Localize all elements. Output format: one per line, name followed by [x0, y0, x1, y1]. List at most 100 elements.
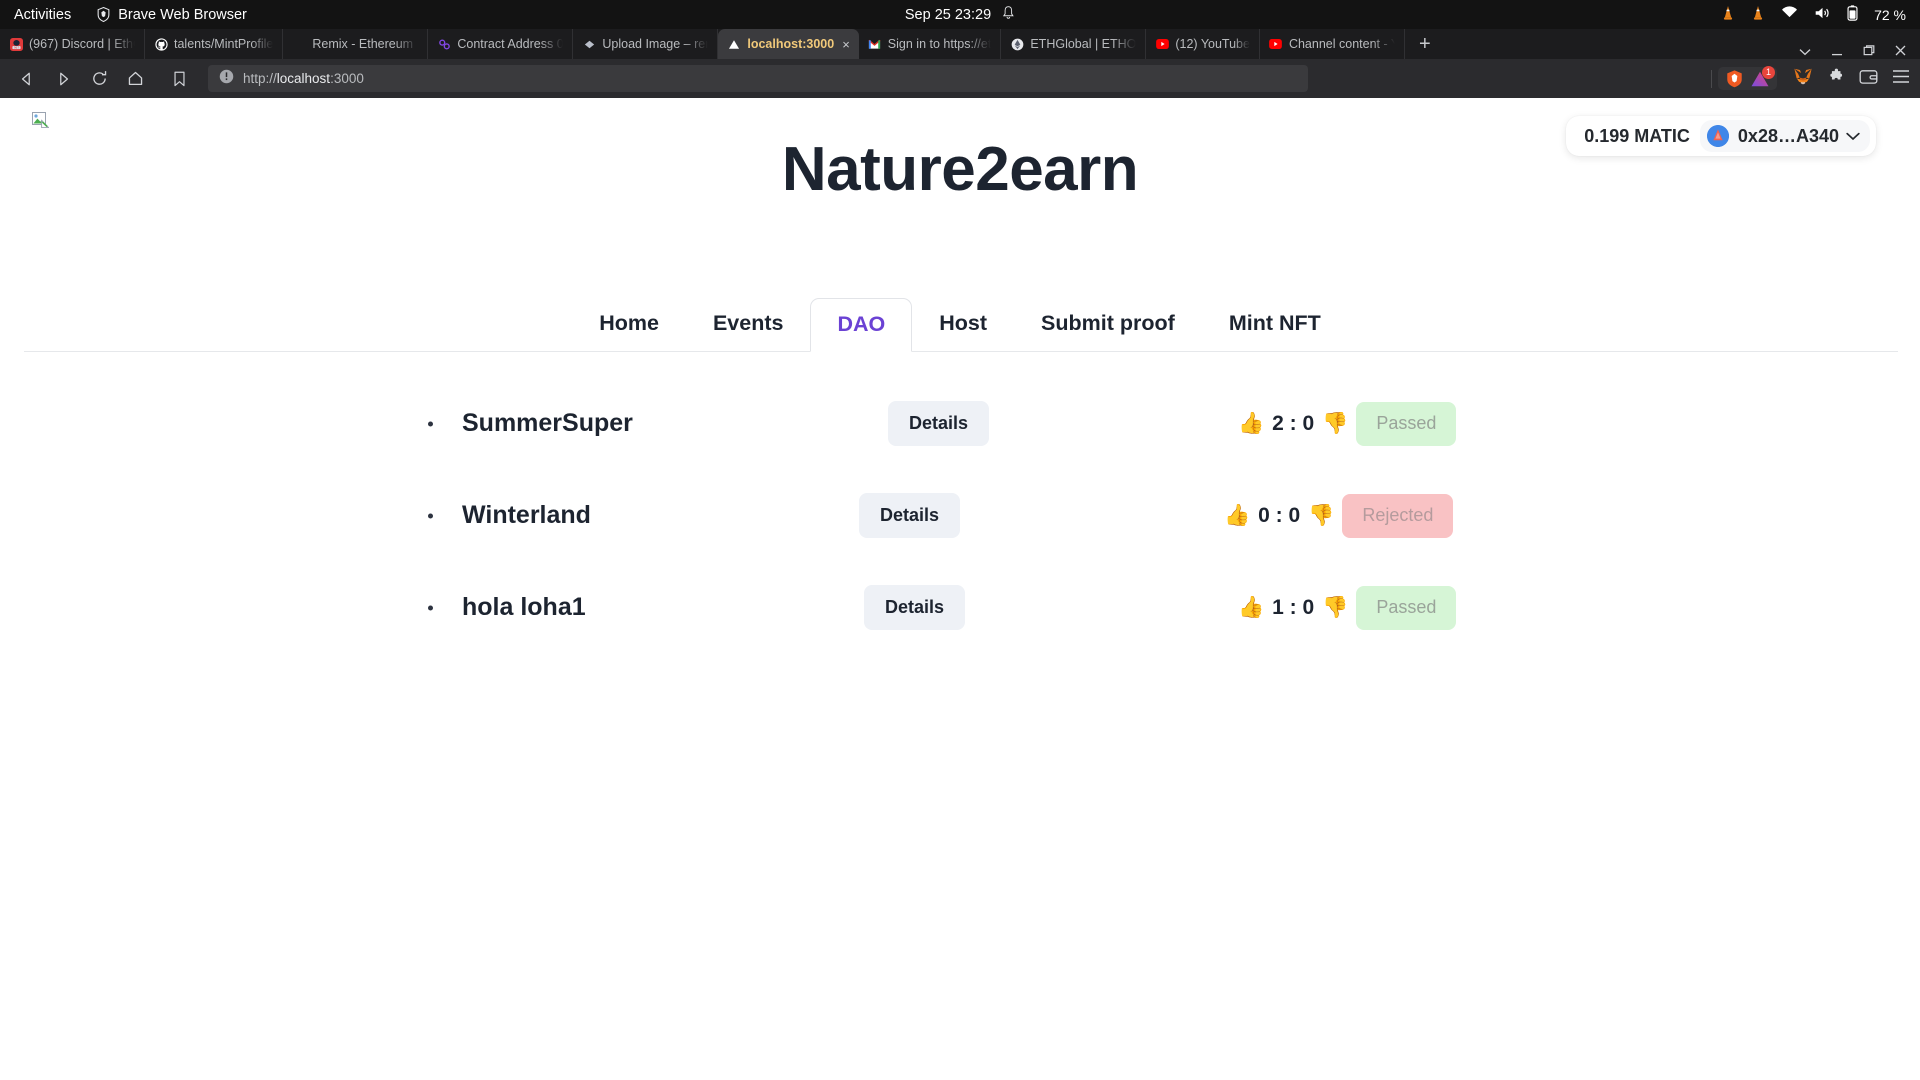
- volume-icon[interactable]: [1814, 6, 1831, 24]
- minimize-button[interactable]: [1831, 44, 1843, 59]
- web-page-content: 0.199 MATIC 0x28…A340 Nature2earn Home E…: [0, 98, 1920, 1080]
- list-item: SummerSuper Details 👍 2 : 0 👎 Passed: [0, 378, 1920, 470]
- notification-bell-icon[interactable]: [1002, 5, 1015, 24]
- info-circle-icon[interactable]: [219, 69, 234, 89]
- remix-icon: [292, 37, 306, 51]
- os-system-tray[interactable]: 72 %: [1721, 4, 1920, 25]
- vlc-cone-icon[interactable]: [1751, 5, 1765, 25]
- proposal-name: hola loha1: [462, 593, 586, 622]
- address-bar-area: http://localhost:3000: [164, 65, 1701, 92]
- activities-button[interactable]: Activities: [14, 7, 71, 23]
- tabs-divider: [24, 350, 1898, 352]
- gmail-icon: [868, 37, 882, 51]
- tab-submit-proof[interactable]: Submit proof: [1014, 297, 1202, 351]
- back-icon[interactable]: [10, 64, 44, 94]
- puzzle-extensions-icon[interactable]: [1827, 67, 1845, 90]
- discord-icon: 967: [9, 37, 23, 51]
- bookmark-icon[interactable]: [164, 71, 194, 87]
- github-icon: [154, 37, 168, 51]
- home-icon[interactable]: [118, 64, 152, 94]
- browser-tab-title: Remix - Ethereum ID: [312, 37, 419, 51]
- svg-text:967: 967: [14, 45, 19, 49]
- browser-tab-title: Channel content - Y: [1288, 37, 1395, 51]
- browser-tab-title: (967) Discord | EthG: [29, 37, 135, 51]
- vercel-triangle-icon: [727, 37, 741, 51]
- browser-tab[interactable]: Sign in to https://et: [859, 29, 1002, 59]
- forward-icon[interactable]: [46, 64, 80, 94]
- chevron-down-icon[interactable]: [1846, 129, 1860, 144]
- thumbs-up-icon: 👍: [1238, 412, 1265, 436]
- list-item: hola loha1 Details 👍 1 : 0 👎 Passed: [0, 562, 1920, 654]
- toolbar-right-icons: [1785, 67, 1910, 91]
- maximize-button[interactable]: [1863, 44, 1875, 59]
- url-text: http://localhost:3000: [243, 71, 364, 86]
- new-tab-button[interactable]: +: [1405, 29, 1445, 59]
- details-button[interactable]: Details: [859, 493, 961, 539]
- browser-tab[interactable]: Channel content - Y: [1260, 29, 1405, 59]
- details-button[interactable]: Details: [864, 585, 966, 631]
- browser-toolbar: http://localhost:3000 1: [0, 59, 1920, 98]
- browser-tab-title: (12) YouTube: [1175, 37, 1250, 51]
- browser-tab-title: ETHGlobal | ETHOn: [1030, 37, 1137, 51]
- url-input[interactable]: http://localhost:3000: [208, 65, 1308, 92]
- wallet-connect-button[interactable]: 0.199 MATIC 0x28…A340: [1566, 116, 1876, 156]
- details-button[interactable]: Details: [888, 401, 990, 447]
- browser-tab-strip: 967 (967) Discord | EthG talents/MintPro…: [0, 29, 1920, 59]
- status-badge: Rejected: [1342, 493, 1454, 538]
- wallet-icon[interactable]: [1859, 68, 1878, 90]
- youtube-icon: [1269, 37, 1283, 51]
- battery-icon[interactable]: [1847, 4, 1858, 25]
- app-nav-tabs: Home Events DAO Host Submit proof Mint N…: [0, 297, 1920, 352]
- extension-badge-count: 1: [1762, 65, 1775, 79]
- wallet-balance: 0.199 MATIC: [1584, 125, 1690, 146]
- wifi-icon[interactable]: [1781, 6, 1798, 23]
- brave-shields-icon[interactable]: [1725, 69, 1744, 88]
- proposal-list: SummerSuper Details 👍 2 : 0 👎 Passed Win…: [0, 378, 1920, 654]
- browser-tab[interactable]: Contract Address 0: [428, 29, 574, 59]
- os-clock: Sep 25 23:29: [904, 6, 992, 23]
- list-bullet: [428, 605, 433, 611]
- close-window-button[interactable]: [1895, 44, 1906, 59]
- vercel-triangle-icon[interactable]: 1: [1750, 65, 1775, 88]
- wallet-account-chip[interactable]: 0x28…A340: [1699, 120, 1870, 152]
- thumbs-down-icon: 👎: [1308, 504, 1335, 528]
- proposal-name: Winterland: [462, 501, 591, 530]
- vote-summary: 👍 2 : 0 👎 Passed: [1238, 401, 1457, 446]
- browser-tab-title: Contract Address 0: [457, 37, 564, 51]
- diamond-icon: [582, 37, 596, 51]
- browser-tab[interactable]: Upload Image – rem: [573, 29, 719, 59]
- list-bullet: [428, 513, 433, 519]
- browser-tab-active[interactable]: localhost:3000 ×: [718, 29, 859, 59]
- active-app-indicator[interactable]: Brave Web Browser: [97, 7, 247, 23]
- browser-tab[interactable]: 967 (967) Discord | EthG: [0, 29, 145, 59]
- battery-percent-label: 72 %: [1874, 6, 1906, 23]
- browser-tab[interactable]: talents/MintProfile: [145, 29, 284, 59]
- vote-score: 0 : 0: [1258, 503, 1301, 527]
- status-badge: Passed: [1356, 401, 1457, 446]
- thumbs-up-icon: 👍: [1224, 504, 1251, 528]
- os-clock-area[interactable]: Sep 25 23:29: [905, 5, 1015, 24]
- broken-image-icon: [32, 112, 50, 129]
- active-app-name: Brave Web Browser: [118, 6, 247, 23]
- vote-summary: 👍 1 : 0 👎 Passed: [1238, 585, 1457, 630]
- metamask-fox-icon[interactable]: [1793, 67, 1813, 91]
- thumbs-down-icon: 👎: [1322, 596, 1349, 620]
- vlc-cone-icon[interactable]: [1721, 5, 1735, 25]
- os-top-bar-left: Activities Brave Web Browser: [0, 7, 247, 23]
- browser-tab[interactable]: ETHGlobal | ETHOn: [1001, 29, 1147, 59]
- hamburger-menu-icon[interactable]: [1892, 69, 1910, 89]
- brave-shield-icon: [97, 7, 110, 22]
- tab-dao[interactable]: DAO: [810, 298, 913, 352]
- reload-icon[interactable]: [82, 64, 116, 94]
- tab-search-chevron-icon[interactable]: [1799, 44, 1811, 59]
- ethglobal-icon: [1010, 37, 1024, 51]
- list-bullet: [428, 421, 433, 427]
- browser-tab[interactable]: (12) YouTube: [1146, 29, 1260, 59]
- browser-tab[interactable]: Remix - Ethereum ID: [283, 29, 429, 59]
- tab-home[interactable]: Home: [572, 297, 686, 351]
- tab-host[interactable]: Host: [912, 297, 1014, 351]
- window-controls: [1785, 44, 1920, 59]
- tab-events[interactable]: Events: [686, 297, 811, 351]
- close-icon[interactable]: ×: [842, 37, 850, 52]
- tab-mint-nft[interactable]: Mint NFT: [1202, 297, 1348, 351]
